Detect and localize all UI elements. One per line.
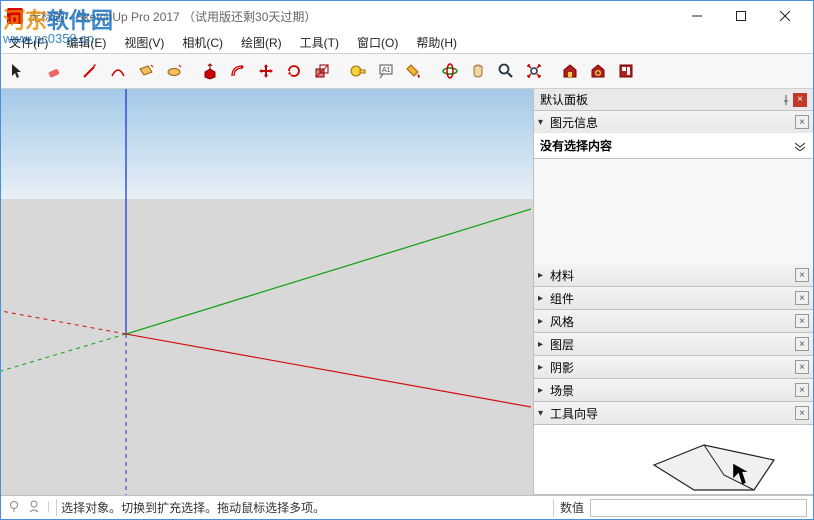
circle-tool[interactable] xyxy=(161,58,187,84)
text-tool[interactable]: A1 xyxy=(373,58,399,84)
section-header-materials[interactable]: 材料 × xyxy=(534,264,813,286)
measurement-box: 数值 xyxy=(553,499,813,517)
rect-tool[interactable] xyxy=(133,58,159,84)
dropdown-icon[interactable] xyxy=(793,139,807,153)
svg-text:A1: A1 xyxy=(382,67,391,74)
orbit-tool[interactable] xyxy=(437,58,463,84)
chevron-right-icon xyxy=(538,293,550,304)
axis-green xyxy=(126,209,531,334)
measurement-input[interactable] xyxy=(590,499,807,517)
titlebar: 无标题 - SketchUp Pro 2017 （试用版还剩30天过期） xyxy=(1,1,813,31)
menu-edit[interactable]: 编辑(E) xyxy=(62,32,110,53)
sep: | xyxy=(47,499,50,516)
section-scenes: 场景 × xyxy=(534,379,813,402)
axes-overlay xyxy=(1,89,531,495)
chevron-right-icon xyxy=(538,362,550,373)
default-tray: 默认面板 × 图元信息 × 没有选择内容 xyxy=(533,89,813,495)
section-shadows: 阴影 × xyxy=(534,356,813,379)
menu-help[interactable]: 帮助(H) xyxy=(412,32,461,53)
section-close-icon[interactable]: × xyxy=(795,406,809,420)
menu-camera[interactable]: 相机(C) xyxy=(178,32,227,53)
section-close-icon[interactable]: × xyxy=(795,314,809,328)
menu-window[interactable]: 窗口(O) xyxy=(353,32,402,53)
tape-tool[interactable] xyxy=(345,58,371,84)
warehouse-tool[interactable] xyxy=(557,58,583,84)
section-materials: 材料 × xyxy=(534,264,813,287)
entity-info-body: 没有选择内容 xyxy=(534,133,813,158)
arc-tool[interactable] xyxy=(105,58,131,84)
menubar: 文件(F) 编辑(E) 视图(V) 相机(C) 绘图(R) 工具(T) 窗口(O… xyxy=(1,31,813,53)
section-close-icon[interactable]: × xyxy=(795,115,809,129)
measurement-label: 数值 xyxy=(560,499,584,516)
section-styles: 风格 × xyxy=(534,310,813,333)
pin-icon[interactable] xyxy=(779,93,793,107)
pan-tool[interactable] xyxy=(465,58,491,84)
section-instructor: 工具向导 × xyxy=(534,402,813,495)
section-close-icon[interactable]: × xyxy=(795,360,809,374)
scale-tool[interactable] xyxy=(309,58,335,84)
rotate-tool[interactable] xyxy=(281,58,307,84)
offset-tool[interactable] xyxy=(225,58,251,84)
chevron-down-icon xyxy=(538,117,550,128)
line-tool[interactable] xyxy=(77,58,103,84)
maximize-button[interactable] xyxy=(719,2,763,30)
section-header-scenes[interactable]: 场景 × xyxy=(534,379,813,401)
section-header-instructor[interactable]: 工具向导 × xyxy=(534,402,813,424)
work-area: 默认面板 × 图元信息 × 没有选择内容 xyxy=(1,89,813,495)
layout-tool[interactable] xyxy=(613,58,639,84)
chevron-down-icon xyxy=(538,408,550,419)
statusbar: | 选择对象。切换到扩充选择。拖动鼠标选择多项。 数值 xyxy=(1,495,813,519)
chevron-right-icon xyxy=(538,270,550,281)
select-tool[interactable] xyxy=(5,58,31,84)
chevron-right-icon xyxy=(538,385,550,396)
menu-draw[interactable]: 绘图(R) xyxy=(237,32,286,53)
tray-header[interactable]: 默认面板 × xyxy=(534,89,813,111)
chevron-right-icon xyxy=(538,339,550,350)
menu-tools[interactable]: 工具(T) xyxy=(296,32,343,53)
close-button[interactable] xyxy=(763,2,807,30)
extension-warehouse-tool[interactable] xyxy=(585,58,611,84)
section-header-styles[interactable]: 风格 × xyxy=(534,310,813,332)
move-tool[interactable] xyxy=(253,58,279,84)
section-entity-info: 图元信息 × 没有选择内容 xyxy=(534,111,813,159)
menu-file[interactable]: 文件(F) xyxy=(5,32,52,53)
tray-close-icon[interactable]: × xyxy=(793,93,807,107)
zoom-extents-tool[interactable] xyxy=(521,58,547,84)
section-header-entity[interactable]: 图元信息 × xyxy=(534,111,813,133)
tray-title: 默认面板 xyxy=(540,91,775,108)
toolbar: A1 xyxy=(1,53,813,89)
section-close-icon[interactable]: × xyxy=(795,383,809,397)
section-header-shadows[interactable]: 阴影 × xyxy=(534,356,813,378)
eraser-tool[interactable] xyxy=(41,58,67,84)
chevron-right-icon xyxy=(538,316,550,327)
app-window: 河东软件园 www.pc0359.cn 无标题 - SketchUp Pro 2… xyxy=(0,0,814,520)
menu-view[interactable]: 视图(V) xyxy=(120,32,168,53)
minimize-button[interactable] xyxy=(675,2,719,30)
section-header-layers[interactable]: 图层 × xyxy=(534,333,813,355)
status-tip: 选择对象。切换到扩充选择。拖动鼠标选择多项。 xyxy=(56,499,553,516)
geo-icon[interactable] xyxy=(7,499,21,516)
pushpull-tool[interactable] xyxy=(197,58,223,84)
section-components: 组件 × xyxy=(534,287,813,310)
app-icon xyxy=(7,8,23,24)
axis-red-neg xyxy=(1,311,126,334)
axis-green-neg xyxy=(1,334,126,371)
section-close-icon[interactable]: × xyxy=(795,268,809,282)
section-layers: 图层 × xyxy=(534,333,813,356)
window-title: 无标题 - SketchUp Pro 2017 （试用版还剩30天过期） xyxy=(29,8,675,25)
instructor-preview xyxy=(534,424,813,494)
viewport-3d[interactable] xyxy=(1,89,533,495)
section-close-icon[interactable]: × xyxy=(795,337,809,351)
axis-red xyxy=(126,334,531,407)
section-close-icon[interactable]: × xyxy=(795,291,809,305)
paint-tool[interactable] xyxy=(401,58,427,84)
entity-info-text: 没有选择内容 xyxy=(540,137,793,154)
section-header-components[interactable]: 组件 × xyxy=(534,287,813,309)
tray-spacer xyxy=(534,159,813,264)
credits-icon[interactable] xyxy=(27,499,41,516)
zoom-tool[interactable] xyxy=(493,58,519,84)
